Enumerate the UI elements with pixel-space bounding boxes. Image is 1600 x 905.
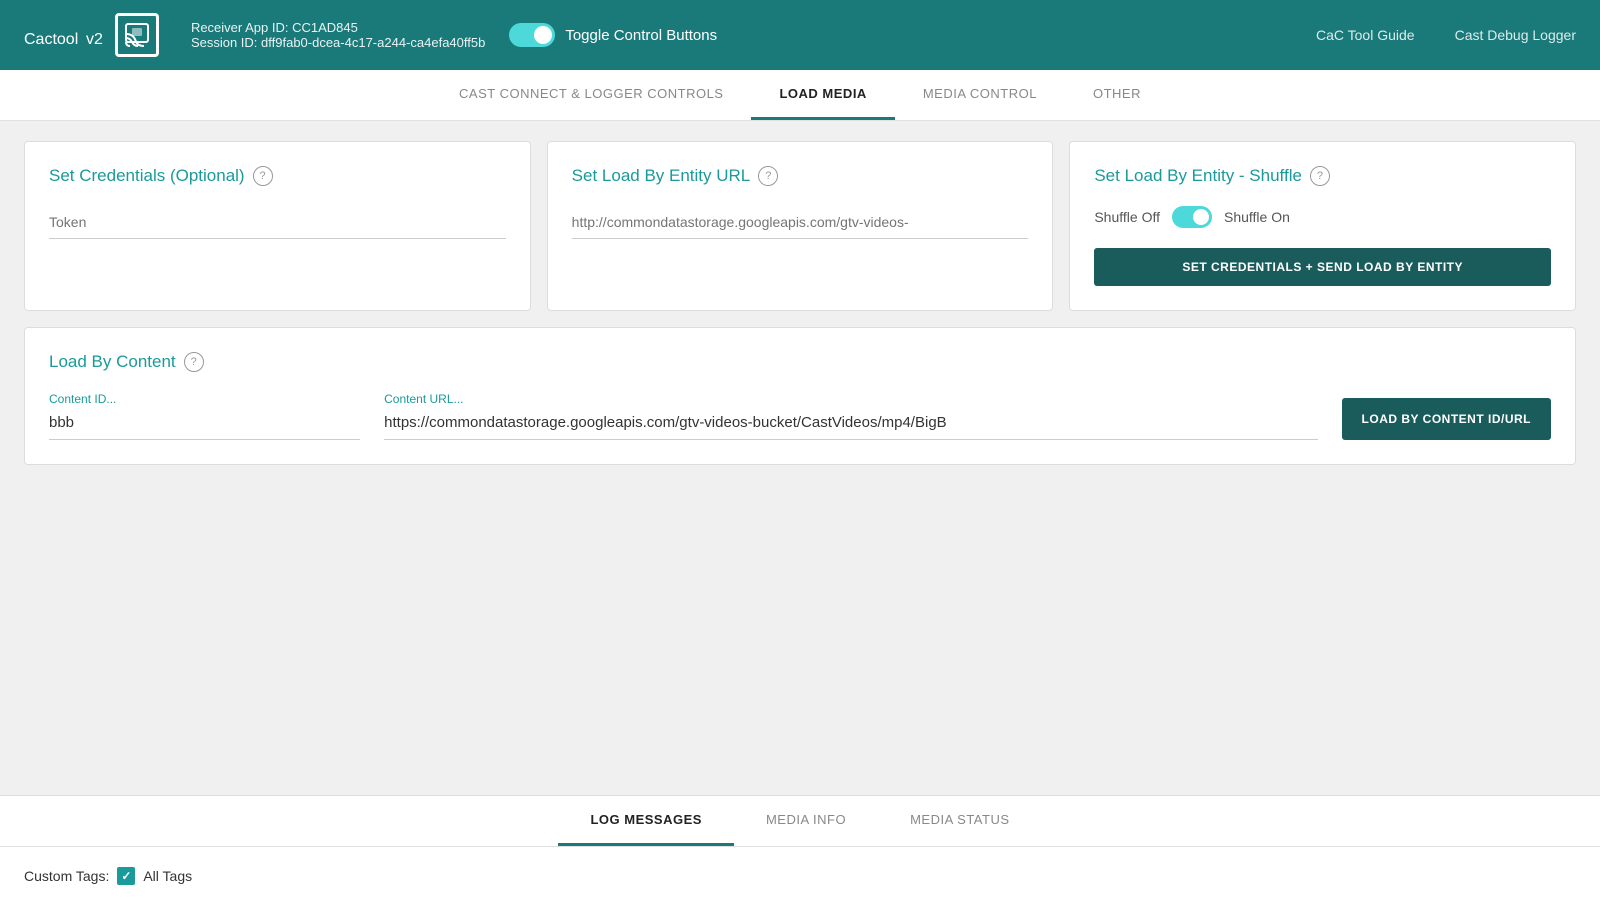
top-cards-row: Set Credentials (Optional) ? Set Load By…: [24, 141, 1576, 311]
credentials-title: Set Credentials (Optional) ?: [49, 166, 506, 186]
entity-url-title-text: Set Load By Entity URL: [572, 166, 751, 186]
control-buttons-toggle[interactable]: [509, 23, 555, 47]
entity-shuffle-title: Set Load By Entity - Shuffle ?: [1094, 166, 1551, 186]
custom-tags-label: Custom Tags:: [24, 868, 109, 884]
set-credentials-send-entity-button[interactable]: SET CREDENTIALS + SEND LOAD BY ENTITY: [1094, 248, 1551, 286]
entity-url-input[interactable]: [572, 206, 1029, 239]
credentials-card: Set Credentials (Optional) ?: [24, 141, 531, 311]
receiver-app-id: Receiver App ID: CC1AD845: [191, 20, 485, 35]
tab-media-status[interactable]: MEDIA STATUS: [878, 796, 1041, 846]
tab-log-messages[interactable]: LOG MESSAGES: [558, 796, 733, 846]
logo: Cactool v2: [24, 13, 159, 57]
bottom-tabs-bar: LOG MESSAGES MEDIA INFO MEDIA STATUS: [0, 796, 1600, 847]
content-url-group: Content URL... https://commondatastorage…: [384, 392, 1317, 440]
load-by-content-title-text: Load By Content: [49, 352, 176, 372]
session-id: Session ID: dff9fab0-dcea-4c17-a244-ca4e…: [191, 35, 485, 50]
token-field[interactable]: [49, 206, 506, 239]
tab-cast-connect[interactable]: CAST CONNECT & LOGGER CONTROLS: [431, 70, 751, 120]
load-by-content-help-icon[interactable]: ?: [184, 352, 204, 372]
load-content-button-wrapper: LOAD BY CONTENT ID/URL: [1342, 398, 1551, 440]
load-by-content-button[interactable]: LOAD BY CONTENT ID/URL: [1342, 398, 1551, 440]
content-url-label: Content URL...: [384, 392, 1317, 406]
logo-name: Cactool: [24, 31, 78, 48]
all-tags-checkbox[interactable]: [117, 867, 135, 885]
logo-text: Cactool v2: [24, 19, 103, 51]
header-links: CaC Tool Guide Cast Debug Logger: [1316, 27, 1576, 43]
tab-load-media[interactable]: LOAD MEDIA: [751, 70, 894, 120]
token-input[interactable]: [49, 206, 506, 239]
toggle-section[interactable]: Toggle Control Buttons: [509, 23, 717, 47]
entity-shuffle-card: Set Load By Entity - Shuffle ? Shuffle O…: [1069, 141, 1576, 311]
entity-shuffle-help-icon[interactable]: ?: [1310, 166, 1330, 186]
entity-url-title: Set Load By Entity URL ?: [572, 166, 1029, 186]
shuffle-off-label: Shuffle Off: [1094, 209, 1160, 225]
content-id-group: Content ID... bbb: [49, 392, 360, 440]
shuffle-on-label: Shuffle On: [1224, 209, 1290, 225]
credentials-title-text: Set Credentials (Optional): [49, 166, 245, 186]
all-tags-label: All Tags: [143, 868, 192, 884]
load-by-content-title: Load By Content ?: [49, 352, 1551, 372]
bottom-content: Custom Tags: All Tags: [0, 847, 1600, 905]
session-info: Receiver App ID: CC1AD845 Session ID: df…: [191, 20, 485, 50]
content-id-value[interactable]: bbb: [49, 410, 360, 440]
content-url-value[interactable]: https://commondatastorage.googleapis.com…: [384, 410, 1317, 440]
bottom-section: LOG MESSAGES MEDIA INFO MEDIA STATUS Cus…: [0, 795, 1600, 905]
main-tabs-bar: CAST CONNECT & LOGGER CONTROLS LOAD MEDI…: [0, 70, 1600, 121]
cast-debug-logger-link[interactable]: Cast Debug Logger: [1455, 27, 1576, 43]
load-by-content-card: Load By Content ? Content ID... bbb Cont…: [24, 327, 1576, 465]
shuffle-row: Shuffle Off Shuffle On: [1094, 206, 1551, 228]
entity-url-card: Set Load By Entity URL ?: [547, 141, 1054, 311]
tab-media-info[interactable]: MEDIA INFO: [734, 796, 878, 846]
logo-version: v2: [86, 31, 103, 48]
entity-url-field[interactable]: [572, 206, 1029, 239]
main-content: Set Credentials (Optional) ? Set Load By…: [0, 121, 1600, 795]
content-fields: Content ID... bbb Content URL... https:/…: [49, 392, 1551, 440]
shuffle-toggle[interactable]: [1172, 206, 1212, 228]
entity-shuffle-title-text: Set Load By Entity - Shuffle: [1094, 166, 1302, 186]
custom-tags-row: Custom Tags: All Tags: [24, 867, 1576, 885]
tab-other[interactable]: OTHER: [1065, 70, 1169, 120]
entity-url-help-icon[interactable]: ?: [758, 166, 778, 186]
cast-icon: [115, 13, 159, 57]
tab-media-control[interactable]: MEDIA CONTROL: [895, 70, 1065, 120]
credentials-help-icon[interactable]: ?: [253, 166, 273, 186]
content-id-label: Content ID...: [49, 392, 360, 406]
toggle-label: Toggle Control Buttons: [565, 27, 717, 44]
app-header: Cactool v2 Receiver App ID: CC1AD845 Ses…: [0, 0, 1600, 70]
cac-tool-guide-link[interactable]: CaC Tool Guide: [1316, 27, 1415, 43]
